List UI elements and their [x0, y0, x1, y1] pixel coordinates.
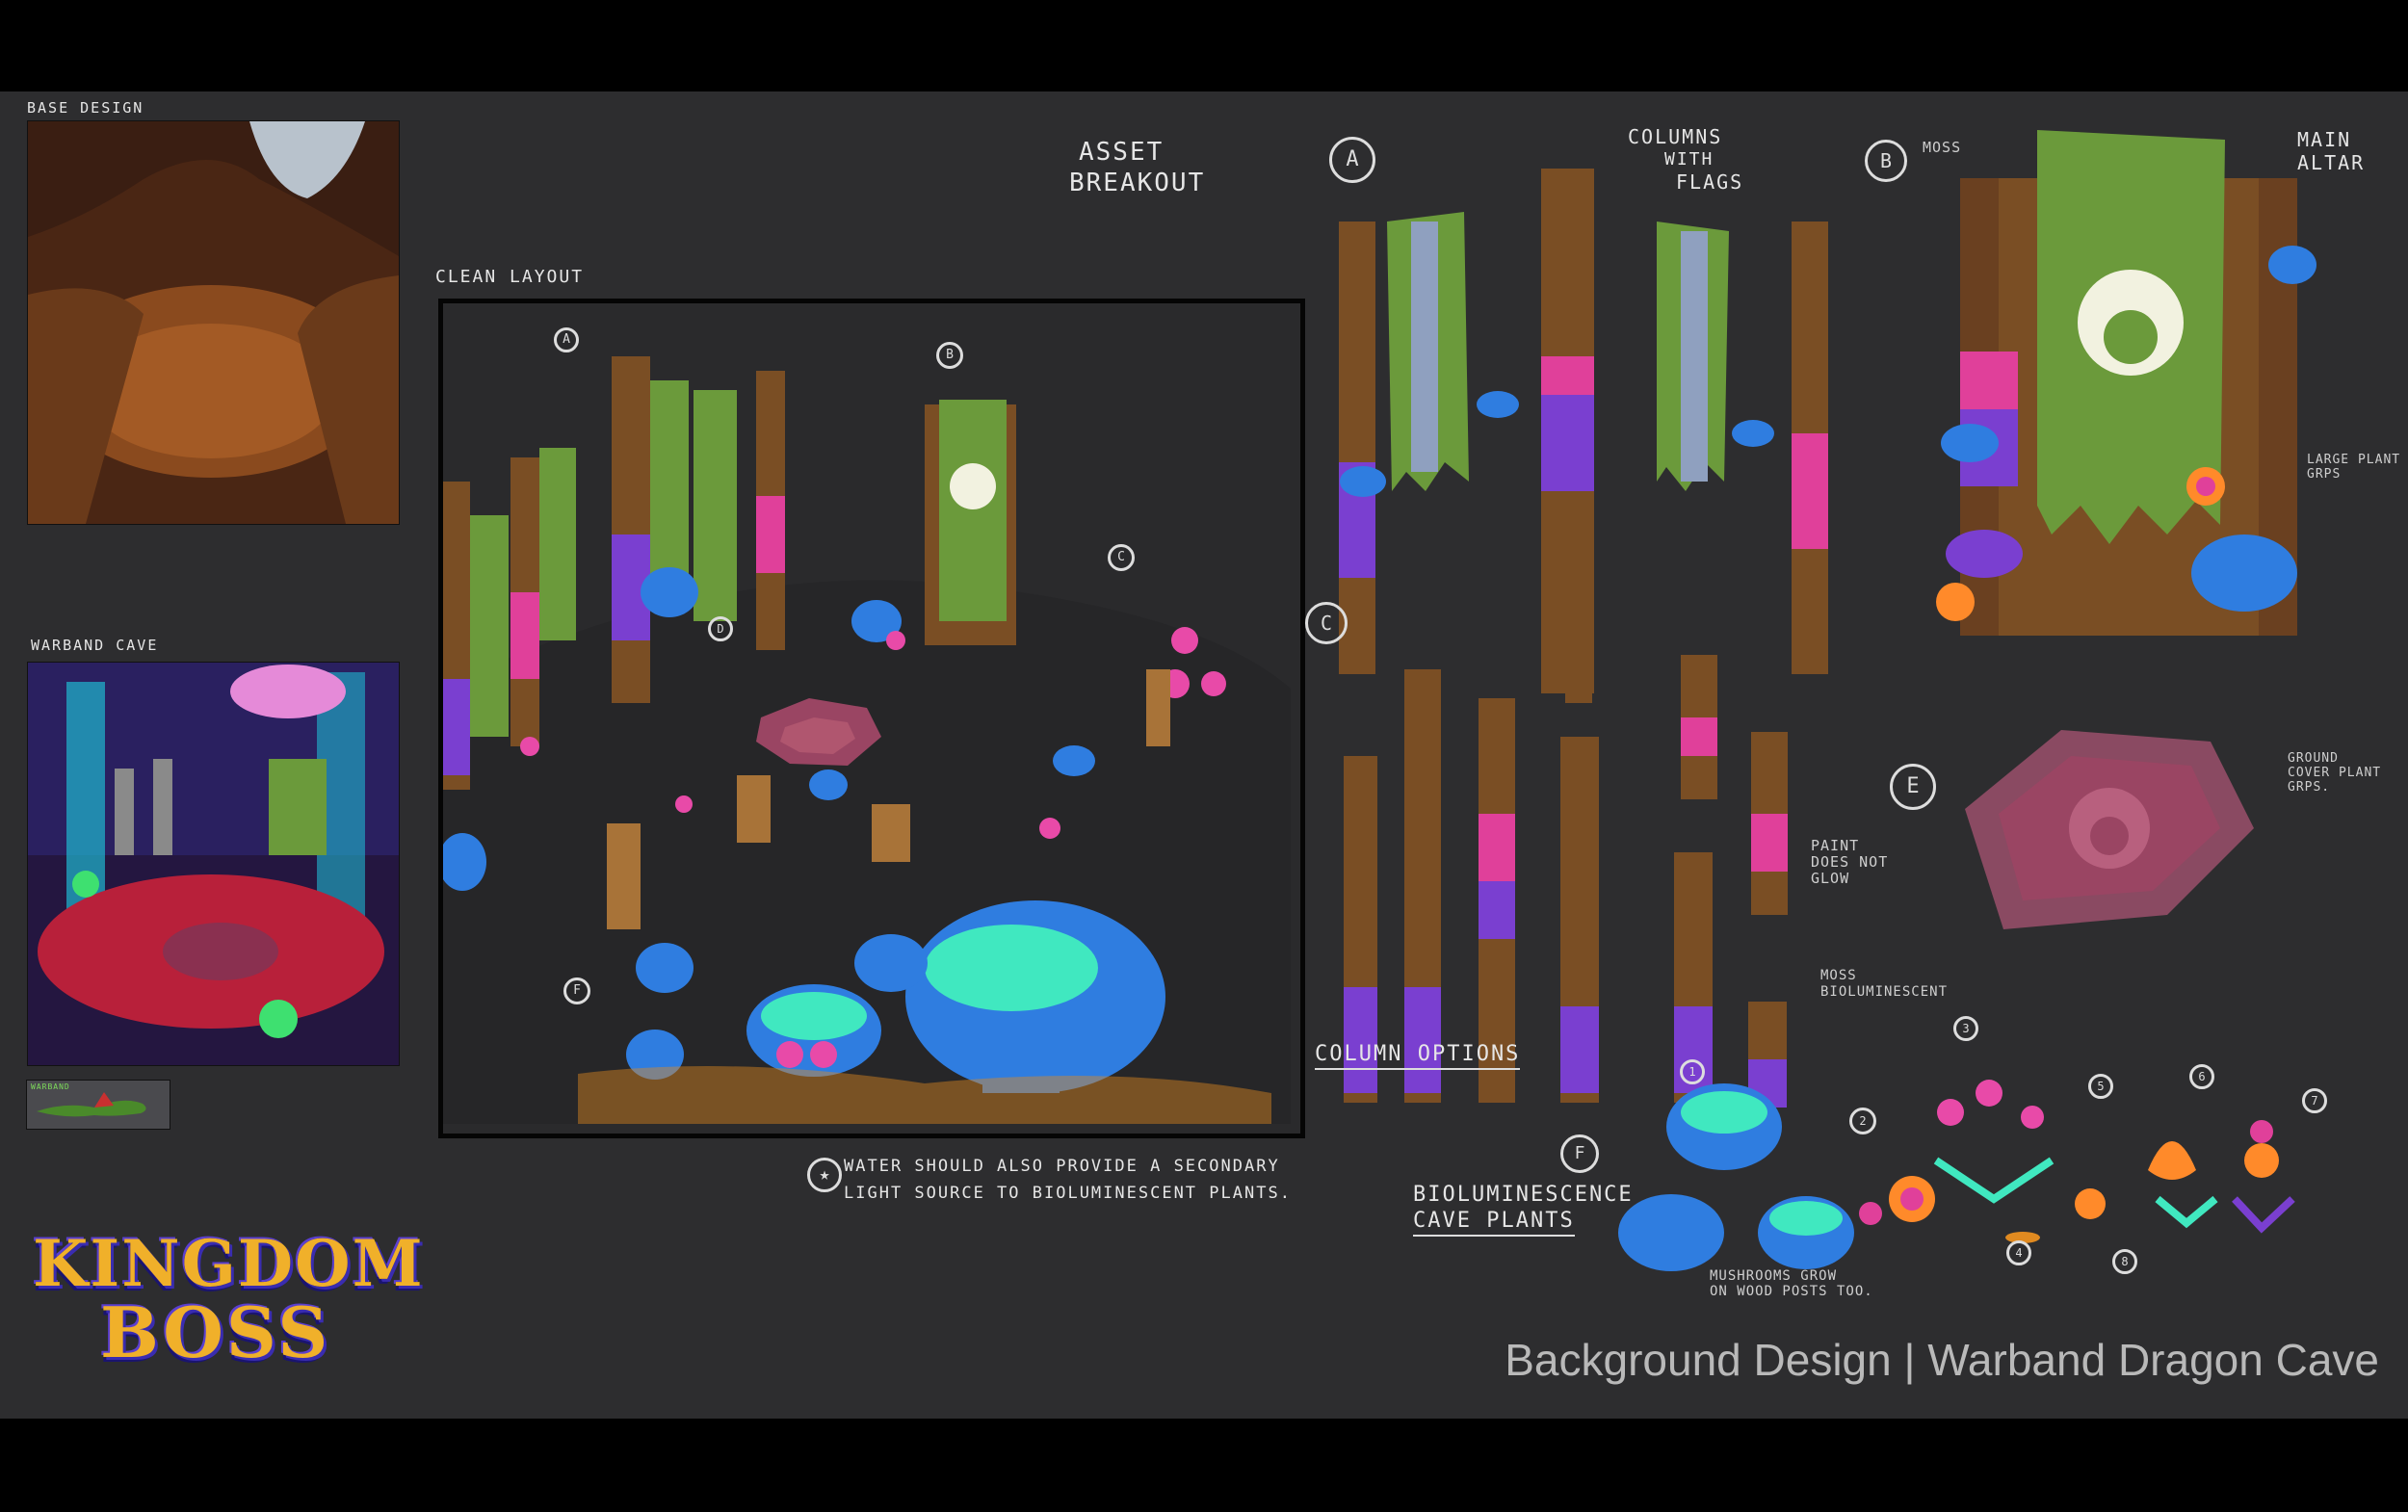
- plant-number-6: 6: [2189, 1064, 2214, 1089]
- column-options-label: COLUMN OPTIONS: [1315, 1042, 1521, 1070]
- warband-dragon-thumbnail: WARBAND: [26, 1080, 170, 1130]
- asset-breakout-title: ASSET: [1079, 138, 1165, 167]
- warband-cave-thumbnail: [27, 662, 400, 1066]
- altar-floor-tile-asset: [1965, 730, 2254, 929]
- main-altar-asset: [1936, 130, 2316, 636]
- concept-sheet: BASE DESIGN WARBAND CAVE WARBAND KINGDOM…: [0, 91, 2408, 1419]
- asset-marker-c: C: [1305, 602, 1348, 644]
- asset-breakout-title-line2: BREAKOUT: [1069, 169, 1206, 197]
- layout-marker-a: A: [554, 327, 579, 352]
- clean-layout-label: CLEAN LAYOUT: [435, 267, 585, 287]
- ground-cover-groups-label: GROUND COVER PLANT GRPS.: [2288, 751, 2382, 795]
- clean-layout-frame: A B C D F: [438, 299, 1305, 1138]
- layout-marker-b: B: [936, 342, 963, 369]
- plant-number-3: 3: [1953, 1016, 1978, 1041]
- asset-marker-b: B: [1865, 140, 1907, 182]
- paint-does-not-glow-note: PAINT DOES NOT GLOW: [1811, 837, 1889, 887]
- plant-number-5: 5: [2088, 1074, 2113, 1099]
- plant-number-4: 4: [2006, 1240, 2031, 1265]
- asset-marker-f: F: [1560, 1134, 1599, 1173]
- layout-marker-f: F: [563, 978, 590, 1004]
- plant-number-2: 2: [1849, 1108, 1876, 1134]
- asset-marker-e: E: [1890, 764, 1936, 810]
- layout-marker-c: C: [1108, 544, 1135, 571]
- base-design-thumbnail: [27, 120, 400, 525]
- water-note-line1: WATER SHOULD ALSO PROVIDE A SECONDARY: [844, 1157, 1280, 1176]
- bio-plants-label-line2: CAVE PLANTS: [1413, 1209, 1575, 1237]
- mushrooms-note: MUSHROOMS GROW ON WOOD POSTS TOO.: [1710, 1268, 1873, 1299]
- plant-number-1: 1: [1680, 1059, 1705, 1084]
- base-design-label: BASE DESIGN: [27, 99, 144, 117]
- sheet-title: Background Design | Warband Dragon Cave: [1505, 1335, 2379, 1385]
- moss-bioluminescent-note: MOSS BIOLUMINESCENT: [1820, 968, 1949, 1000]
- large-plant-groups-label: LARGE PLANT GRPS: [2307, 453, 2401, 482]
- kingdom-boss-logo: KINGDOM BOSS: [33, 1226, 425, 1373]
- columns-with-flags-asset: [1339, 169, 1828, 693]
- plant-number-7: 7: [2302, 1088, 2327, 1113]
- note-star-marker: ★: [807, 1158, 842, 1192]
- water-note-line2: LIGHT SOURCE TO BIOLUMINESCENT PLANTS.: [844, 1184, 1292, 1203]
- plant-number-8: 8: [2112, 1249, 2137, 1274]
- layout-marker-d: D: [708, 616, 733, 641]
- bio-plants-label: BIOLUMINESCENCE: [1413, 1183, 1634, 1207]
- warband-cave-label: WARBAND CAVE: [31, 637, 159, 654]
